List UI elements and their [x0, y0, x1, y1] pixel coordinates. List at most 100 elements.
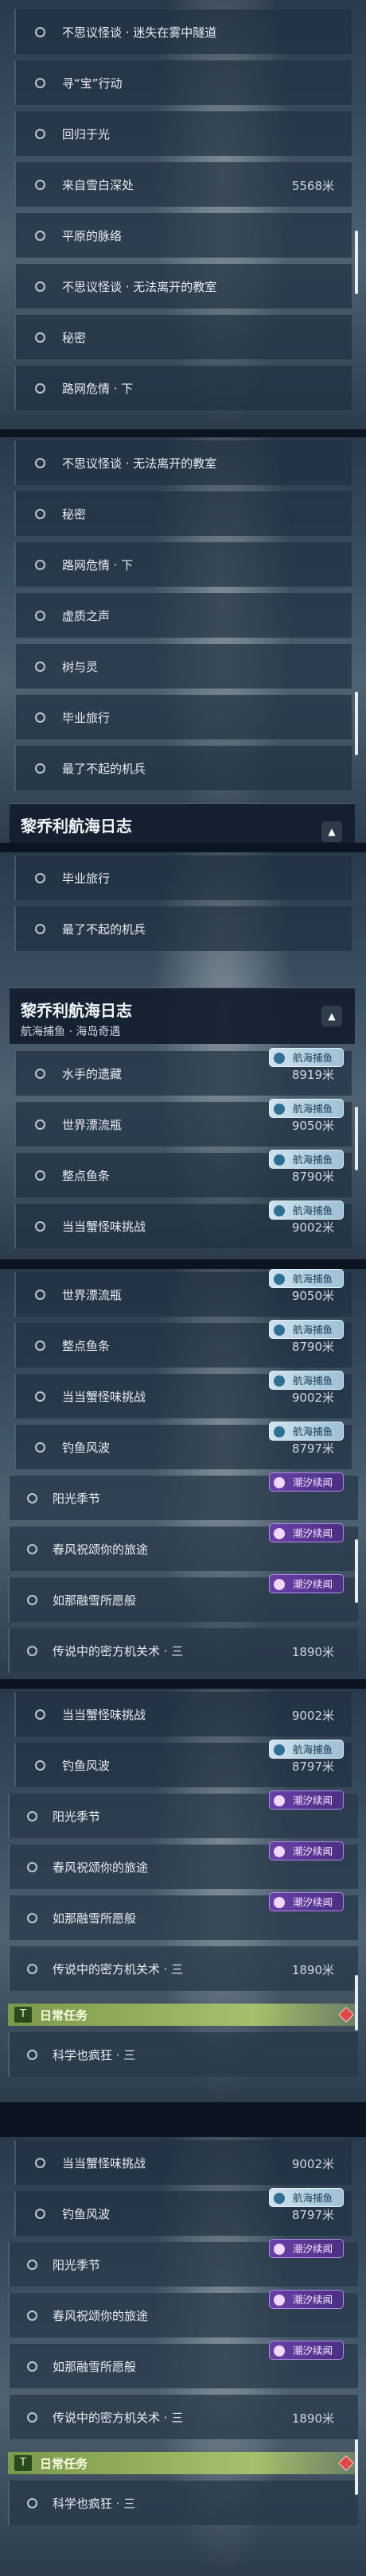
scrollbar[interactable]: [355, 1539, 358, 1603]
tide-item[interactable]: 春风祝颂你的旅途 潮汐续闻: [0, 2290, 366, 2341]
quest-item[interactable]: 回归于光: [0, 108, 366, 159]
fishing-item[interactable]: 世界漂流瓶 航海捕鱼 9050米: [0, 1269, 366, 1320]
tide-item[interactable]: 阳光季节 潮汐续闻: [0, 1472, 366, 1523]
quest-name: 不思议怪谈 · 无法离开的教室: [62, 280, 217, 294]
quest-status-icon: [35, 129, 45, 139]
quest-item[interactable]: 毕业旅行: [0, 852, 366, 903]
quest-name: 最了不起的机兵: [62, 762, 146, 776]
fishing-item[interactable]: 水手的遗藏 航海捕鱼 8919米: [0, 1048, 366, 1099]
quest-item[interactable]: 秘密: [0, 312, 366, 363]
quest-name: 不思议怪谈 · 迷失在雾中隧道: [62, 25, 217, 40]
collapse-icon[interactable]: ▲: [321, 821, 342, 842]
tide-item[interactable]: 春风祝颂你的旅途 潮汐续闻: [0, 1523, 366, 1574]
quest-item[interactable]: 来自雪白深处 5568米: [0, 159, 366, 210]
quest-item[interactable]: 最了不起的机兵: [0, 743, 366, 793]
quest-item[interactable]: 不思议怪谈 · 无法离开的教室: [0, 437, 366, 488]
quest-name: 科学也疯狂 · 三: [53, 2048, 136, 2062]
quest-item[interactable]: 传说中的密方机关术 · 三 1890米: [0, 2392, 366, 2442]
quest-item[interactable]: 路网危情 · 下: [0, 363, 366, 413]
scrollbar[interactable]: [355, 2439, 358, 2495]
fishing-item[interactable]: 当当蟹怪味挑战 9002米: [0, 2137, 366, 2188]
fishing-item[interactable]: 整点鱼条 航海捕鱼 8790米: [0, 1150, 366, 1201]
scrollbar[interactable]: [355, 231, 358, 294]
fishing-item[interactable]: 当当蟹怪味挑战 航海捕鱼 9002米: [0, 1371, 366, 1422]
tide-item[interactable]: 如那融雪所愿般 潮汐续闻: [0, 2341, 366, 2392]
fishing-item[interactable]: 整点鱼条 航海捕鱼 8790米: [0, 1320, 366, 1371]
quest-distance: 8797米: [291, 2208, 334, 2222]
quest-name: 科学也疯狂 · 三: [53, 2496, 136, 2511]
fishing-tag: 航海捕鱼: [269, 1201, 344, 1220]
quest-status-icon: [35, 763, 45, 774]
fishing-tag: 航海捕鱼: [269, 1150, 344, 1169]
quest-name: 水手的遗藏: [62, 1067, 123, 1081]
scrollbar[interactable]: [355, 692, 358, 755]
quest-item[interactable]: 不思议怪谈 · 迷失在雾中隧道: [0, 6, 366, 57]
quest-status-icon: [35, 1119, 45, 1130]
daily-tasks-header[interactable]: T 日常任务: [8, 2004, 358, 2026]
tide-item[interactable]: 如那融雪所愿般 潮汐续闻: [0, 1574, 366, 1625]
fishing-tag: 航海捕鱼: [269, 1371, 344, 1390]
quest-distance: 8919米: [291, 1068, 334, 1082]
scrollbar[interactable]: [355, 1107, 358, 1170]
quest-status-icon: [35, 560, 45, 570]
quest-status-icon: [35, 611, 45, 621]
tide-tag: 潮汐续闻: [269, 1841, 344, 1860]
quest-item[interactable]: 虚质之声: [0, 590, 366, 641]
fishing-item[interactable]: 世界漂流瓶 航海捕鱼 9050米: [0, 1099, 366, 1150]
tide-item[interactable]: 阳光季节 潮汐续闻: [0, 1790, 366, 1841]
quest-item[interactable]: 不思议怪谈 · 无法离开的教室: [0, 261, 366, 312]
quest-item[interactable]: 平原的脉络: [0, 210, 366, 261]
daily-tasks-header[interactable]: T 日常任务: [8, 2452, 358, 2474]
quest-item[interactable]: 寻“宝”行动: [0, 57, 366, 108]
quest-name: 当当蟹怪味挑战: [62, 1390, 146, 1404]
quest-name: 如那融雪所愿般: [53, 2360, 137, 2374]
quest-status-icon: [35, 1290, 45, 1300]
quest-name: 阳光季节: [53, 1492, 101, 1506]
collapse-icon[interactable]: ▲: [321, 1006, 342, 1026]
quest-item[interactable]: 传说中的密方机关术 · 三 1890米: [0, 1625, 366, 1676]
quest-distance: 1890米: [291, 1645, 334, 1659]
daily-task-icon: T: [14, 2455, 32, 2471]
fishing-item[interactable]: 钓鱼风波 航海捕鱼 8797米: [0, 1422, 366, 1472]
quest-item[interactable]: 秘密: [0, 488, 366, 539]
tide-tag: 潮汐续闻: [269, 1574, 344, 1593]
screenshot-frame-1: 不思议怪谈 · 迷失在雾中隧道 寻“宝”行动 回归于光 来自雪白深处 5568米 …: [0, 0, 366, 429]
quest-status-icon: [27, 1544, 37, 1554]
fishing-item[interactable]: 当当蟹怪味挑战 9002米: [0, 1689, 366, 1740]
quest-status-icon: [35, 1442, 45, 1453]
quest-list: 不思议怪谈 · 迷失在雾中隧道 寻“宝”行动 回归于光 来自雪白深处 5568米 …: [0, 6, 366, 413]
tide-tag: 潮汐续闻: [269, 1472, 344, 1492]
fishing-item[interactable]: 钓鱼风波 航海捕鱼 8797米: [0, 1740, 366, 1790]
quest-item[interactable]: 最了不起的机兵: [0, 903, 366, 954]
alert-icon: [338, 2007, 354, 2023]
quest-status-icon: [35, 712, 45, 723]
quest-name: 不思议怪谈 · 无法离开的教室: [62, 456, 217, 471]
quest-name: 整点鱼条: [62, 1339, 111, 1353]
quest-status-icon: [27, 1493, 37, 1503]
quest-name: 树与灵: [62, 660, 99, 674]
quest-status-icon: [35, 1760, 45, 1771]
quest-item[interactable]: 树与灵: [0, 641, 366, 692]
tide-item[interactable]: 春风祝颂你的旅途 潮汐续闻: [0, 1841, 366, 1892]
quest-status-icon: [35, 1709, 45, 1720]
quest-name: 阳光季节: [53, 1810, 101, 1824]
quest-status-icon: [27, 2412, 37, 2423]
tide-item[interactable]: 阳光季节 潮汐续闻: [0, 2239, 366, 2290]
quest-name: 世界漂流瓶: [62, 1118, 123, 1132]
quest-name: 秘密: [62, 331, 87, 345]
tide-item[interactable]: 如那融雪所愿般 潮汐续闻: [0, 1892, 366, 1943]
daily-list: 科学也疯狂 · 三: [0, 2477, 366, 2528]
quest-name: 毕业旅行: [62, 871, 111, 886]
section-header[interactable]: 黎乔利航海日志 航海捕鱼 · 海岛奇遇 ▲: [10, 987, 355, 1044]
section-header[interactable]: 黎乔利航海日志 ▲: [10, 803, 355, 843]
daily-task-item[interactable]: 科学也疯狂 · 三: [0, 2029, 366, 2080]
quest-item[interactable]: 传说中的密方机关术 · 三 1890米: [0, 1943, 366, 1994]
quest-item[interactable]: 毕业旅行: [0, 692, 366, 743]
quest-item[interactable]: 路网危情 · 下: [0, 539, 366, 590]
daily-task-item[interactable]: 科学也疯狂 · 三: [0, 2477, 366, 2528]
quest-name: 如那融雪所愿般: [53, 1911, 137, 1926]
fishing-item[interactable]: 当当蟹怪味挑战 航海捕鱼 9002米: [0, 1201, 366, 1251]
scrollbar[interactable]: [355, 1975, 358, 2031]
quest-status-icon: [27, 1646, 37, 1656]
fishing-item[interactable]: 钓鱼风波 航海捕鱼 8797米: [0, 2188, 366, 2239]
